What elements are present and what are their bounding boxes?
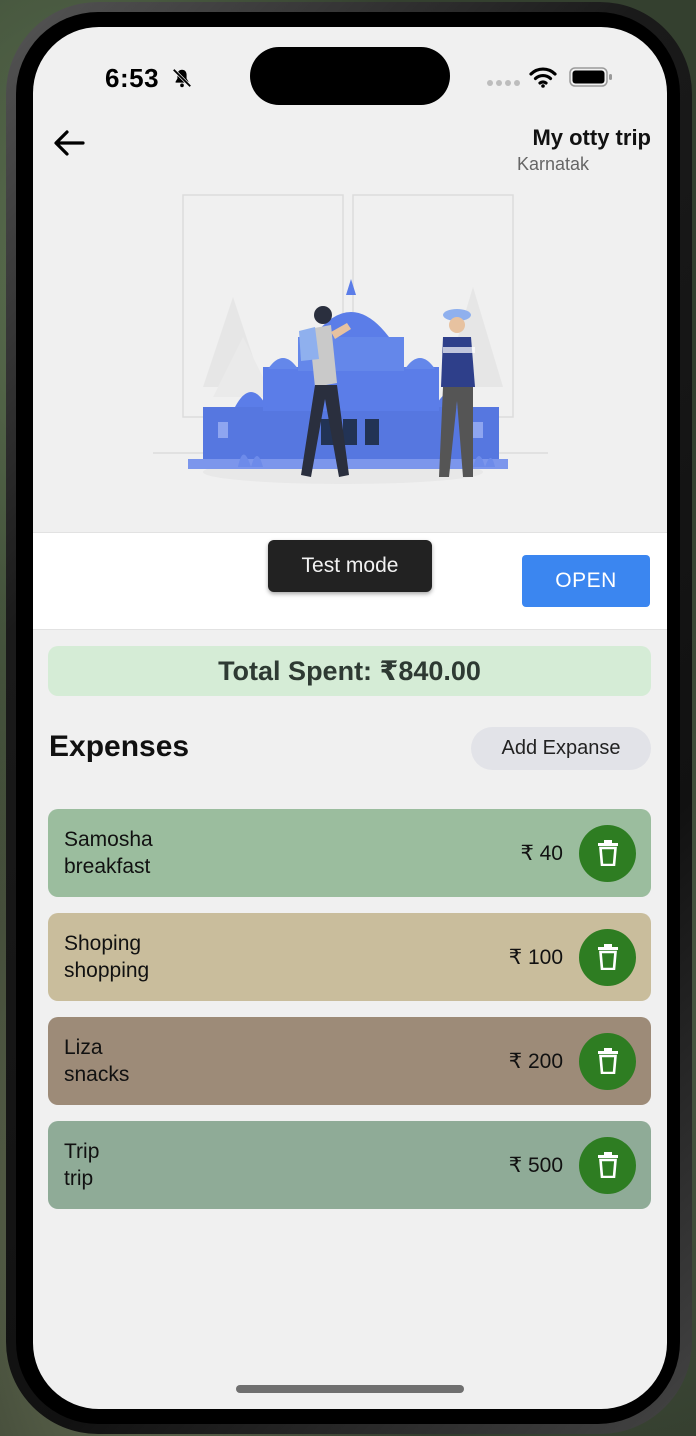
delete-expense-button[interactable] xyxy=(579,1136,636,1194)
expense-amount: ₹ 40 xyxy=(520,841,563,865)
battery-icon xyxy=(569,67,612,87)
expenses-heading: Expenses xyxy=(49,730,190,763)
delete-expense-button[interactable] xyxy=(579,1032,636,1090)
expense-list: Samosha breakfast ₹ 40 Shoping shopping … xyxy=(48,809,651,1225)
expense-category: shopping xyxy=(64,959,150,982)
app-screen: 6:53 My otty trip Karnatak Test mode OPE… xyxy=(33,27,667,1409)
add-expense-button[interactable]: Add Expanse xyxy=(471,727,651,770)
expense-item[interactable]: Samosha breakfast ₹ 40 xyxy=(48,809,651,897)
delete-expense-button[interactable] xyxy=(579,824,636,882)
test-mode-badge: Test mode xyxy=(268,540,432,592)
trash-icon xyxy=(597,1152,618,1178)
expense-amount: ₹ 500 xyxy=(508,1153,563,1177)
ad-banner: Test mode OPEN xyxy=(33,532,667,630)
trash-icon xyxy=(597,840,618,866)
expense-amount: ₹ 200 xyxy=(508,1049,563,1073)
expense-text: Trip trip xyxy=(64,1138,509,1192)
home-indicator[interactable] xyxy=(236,1385,464,1393)
ad-open-button[interactable]: OPEN xyxy=(522,555,650,607)
expense-category: trip xyxy=(64,1167,94,1190)
delete-expense-button[interactable] xyxy=(579,928,636,986)
arrow-left-icon xyxy=(54,130,85,156)
expense-category: snacks xyxy=(64,1063,130,1086)
dynamic-island xyxy=(250,47,450,105)
signal-icon xyxy=(487,80,520,86)
wifi-icon xyxy=(529,67,557,88)
trash-icon xyxy=(597,944,618,970)
bell-slash-icon xyxy=(172,68,192,88)
trip-subtitle: Karnatak xyxy=(517,154,590,174)
travel-illustration xyxy=(153,194,548,484)
trip-title: My otty trip xyxy=(532,125,651,150)
expense-name: Liza xyxy=(64,1036,103,1059)
expense-text: Shoping shopping xyxy=(64,930,509,984)
trash-icon xyxy=(597,1048,618,1074)
expense-category: breakfast xyxy=(64,855,151,878)
back-button[interactable] xyxy=(49,123,89,163)
expense-name: Trip xyxy=(64,1140,100,1163)
expense-item[interactable]: Liza snacks ₹ 200 xyxy=(48,1017,651,1105)
expense-text: Liza snacks xyxy=(64,1034,509,1088)
expense-text: Samosha breakfast xyxy=(64,826,520,880)
status-time: 6:53 xyxy=(105,63,160,93)
total-spent-banner: Total Spent: ₹840.00 xyxy=(48,646,651,696)
expense-item[interactable]: Trip trip ₹ 500 xyxy=(48,1121,651,1209)
expense-name: Shoping xyxy=(64,932,142,955)
expense-amount: ₹ 100 xyxy=(508,945,563,969)
expense-name: Samosha xyxy=(64,828,153,851)
expense-item[interactable]: Shoping shopping ₹ 100 xyxy=(48,913,651,1001)
